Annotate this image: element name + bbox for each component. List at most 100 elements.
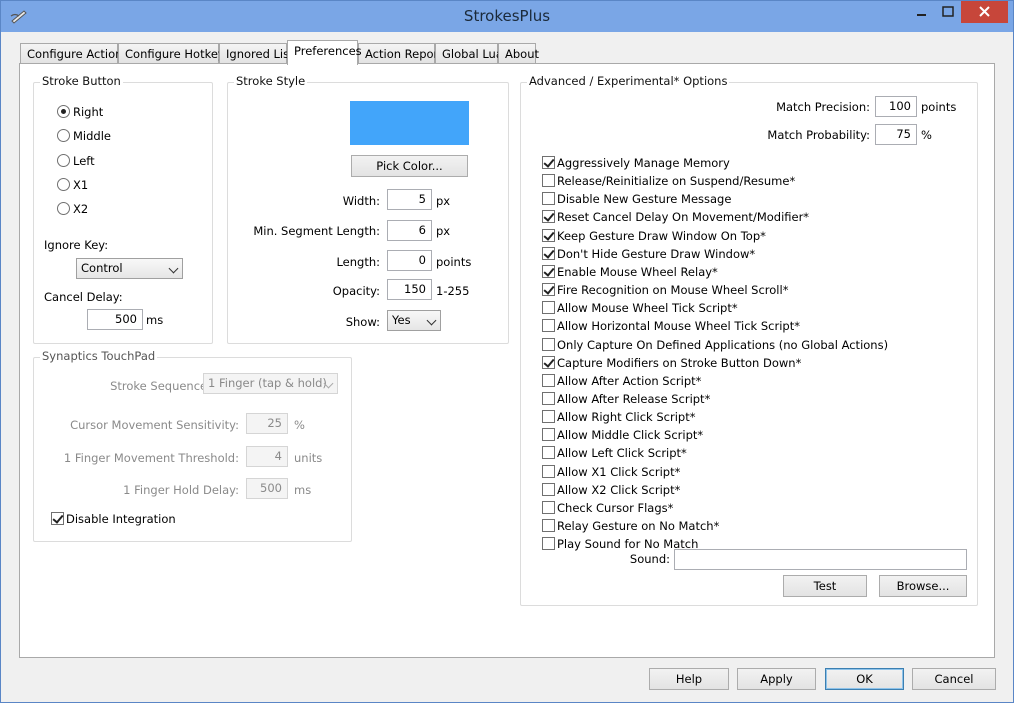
advanced-option-label: Allow X1 Click Script*	[557, 465, 681, 479]
cancel-delay-input[interactable]: 500	[87, 309, 143, 330]
radio-x1[interactable]	[57, 178, 70, 191]
close-button[interactable]	[961, 1, 1008, 23]
tab-action-report[interactable]: Action Report	[358, 43, 443, 64]
advanced-option-checkbox[interactable]	[542, 537, 555, 550]
touchpad-group: Synaptics TouchPad Stroke Sequence: 1 Fi…	[33, 349, 352, 542]
advanced-option-checkbox[interactable]	[542, 446, 555, 459]
match-precision-unit: points	[921, 100, 957, 114]
advanced-option-checkbox[interactable]	[542, 374, 555, 387]
disable-integration-label: Disable Integration	[66, 512, 176, 526]
advanced-option-label: Allow After Release Script*	[557, 392, 711, 406]
advanced-option-checkbox[interactable]	[542, 319, 555, 332]
match-probability-input[interactable]: 75	[875, 124, 917, 145]
advanced-options-group: Advanced / Experimental* Options Match P…	[520, 74, 978, 606]
advanced-option-label: Allow After Action Script*	[557, 374, 702, 388]
advanced-option-label: Check Cursor Flags*	[557, 501, 674, 515]
radio-left[interactable]	[57, 154, 70, 167]
show-select[interactable]: Yes	[387, 310, 441, 331]
match-precision-input[interactable]: 100	[875, 96, 917, 117]
tab-ignored-list[interactable]: Ignored List	[219, 43, 294, 64]
stroke-sequence-select[interactable]: 1 Finger (tap & hold)	[203, 373, 338, 394]
cancel-button[interactable]: Cancel	[912, 668, 996, 690]
radio-label-middle: Middle	[73, 129, 111, 143]
radio-label-left: Left	[73, 154, 95, 168]
minimize-button[interactable]	[908, 1, 935, 23]
apply-button[interactable]: Apply	[737, 668, 816, 690]
advanced-option-checkbox[interactable]	[542, 283, 555, 296]
advanced-option-checkbox[interactable]	[542, 501, 555, 514]
sound-label: Sound:	[629, 552, 670, 566]
radio-middle[interactable]	[57, 129, 70, 142]
advanced-option-label: Enable Mouse Wheel Relay*	[557, 265, 718, 279]
advanced-option-checkbox[interactable]	[542, 247, 555, 260]
movement-threshold-label: 1 Finger Movement Threshold:	[63, 451, 239, 465]
advanced-option-label: Allow Horizontal Mouse Wheel Tick Script…	[557, 319, 800, 333]
advanced-option-checkbox[interactable]	[542, 392, 555, 405]
match-probability-unit: %	[921, 128, 932, 142]
chevron-down-icon	[426, 315, 437, 326]
length-unit: points	[436, 255, 472, 269]
ok-button[interactable]: OK	[825, 668, 904, 690]
advanced-option-checkbox[interactable]	[542, 265, 555, 278]
tab-global-lua[interactable]: Global Lua	[435, 43, 503, 64]
sound-input[interactable]	[674, 549, 967, 570]
advanced-option-checkbox[interactable]	[542, 301, 555, 314]
ignore-key-label: Ignore Key:	[44, 238, 109, 252]
min-segment-input[interactable]: 6	[387, 220, 432, 241]
advanced-option-checkbox[interactable]	[542, 428, 555, 441]
advanced-option-label: Keep Gesture Draw Window On Top*	[557, 229, 766, 243]
hold-delay-input[interactable]: 500	[246, 478, 288, 499]
ignore-key-select[interactable]: Control	[76, 258, 183, 279]
maximize-icon	[942, 6, 954, 17]
stroke-style-group: Stroke Style Pick Color... Width: 5 px M…	[227, 74, 509, 344]
browse-button[interactable]: Browse...	[879, 575, 967, 597]
title-bar[interactable]: StrokesPlus	[1, 1, 1013, 32]
advanced-option-label: Allow Middle Click Script*	[557, 428, 704, 442]
advanced-option-checkbox[interactable]	[542, 338, 555, 351]
test-button[interactable]: Test	[783, 575, 867, 597]
group-title: Advanced / Experimental* Options	[527, 74, 730, 88]
window-title: StrokesPlus	[463, 7, 551, 25]
pick-color-button[interactable]: Pick Color...	[351, 155, 468, 177]
radio-label-x2: X2	[73, 202, 89, 216]
advanced-option-checkbox[interactable]	[542, 229, 555, 242]
advanced-option-label: Don't Hide Gesture Draw Window*	[557, 247, 756, 261]
stroke-sequence-label: Stroke Sequence:	[110, 379, 211, 393]
advanced-option-checkbox[interactable]	[542, 174, 555, 187]
advanced-option-checkbox[interactable]	[542, 356, 555, 369]
length-input[interactable]: 0	[387, 250, 432, 271]
width-input[interactable]: 5	[387, 189, 432, 210]
advanced-option-label: Relay Gesture on No Match*	[557, 519, 720, 533]
tab-configure-hotkeys[interactable]: Configure Hotkeys	[118, 43, 231, 64]
advanced-option-checkbox[interactable]	[542, 483, 555, 496]
tab-preferences[interactable]: Preferences	[287, 40, 362, 65]
min-segment-unit: px	[436, 224, 451, 238]
help-button[interactable]: Help	[649, 668, 729, 690]
min-segment-label: Min. Segment Length:	[253, 224, 380, 238]
disable-integration-checkbox[interactable]	[51, 512, 64, 525]
preferences-panel: Stroke Button Right Middle Left X1 X2 Ig…	[19, 63, 995, 658]
show-value: Yes	[392, 313, 411, 327]
advanced-option-checkbox[interactable]	[542, 465, 555, 478]
opacity-input[interactable]: 150	[387, 279, 432, 300]
tab-configure-actions[interactable]: Configure Actions	[20, 43, 128, 64]
advanced-option-checkbox[interactable]	[542, 519, 555, 532]
cursor-sensitivity-input[interactable]: 25	[246, 413, 288, 434]
advanced-option-label: Allow X2 Click Script*	[557, 483, 681, 497]
movement-threshold-input[interactable]: 4	[246, 446, 288, 467]
advanced-option-checkbox[interactable]	[542, 156, 555, 169]
radio-x2[interactable]	[57, 202, 70, 215]
minimize-icon	[917, 14, 926, 16]
maximize-button[interactable]	[935, 1, 961, 23]
tab-about[interactable]: About	[498, 43, 539, 64]
advanced-option-checkbox[interactable]	[542, 410, 555, 423]
group-title: Stroke Style	[234, 74, 308, 88]
advanced-option-checkbox[interactable]	[542, 210, 555, 223]
close-icon	[979, 6, 990, 17]
cancel-delay-label: Cancel Delay:	[44, 290, 123, 304]
cursor-sensitivity-unit: %	[294, 418, 305, 432]
group-title: Stroke Button	[40, 74, 123, 88]
radio-right[interactable]	[57, 105, 70, 118]
advanced-option-checkbox[interactable]	[542, 192, 555, 205]
match-precision-label: Match Precision:	[776, 100, 870, 114]
